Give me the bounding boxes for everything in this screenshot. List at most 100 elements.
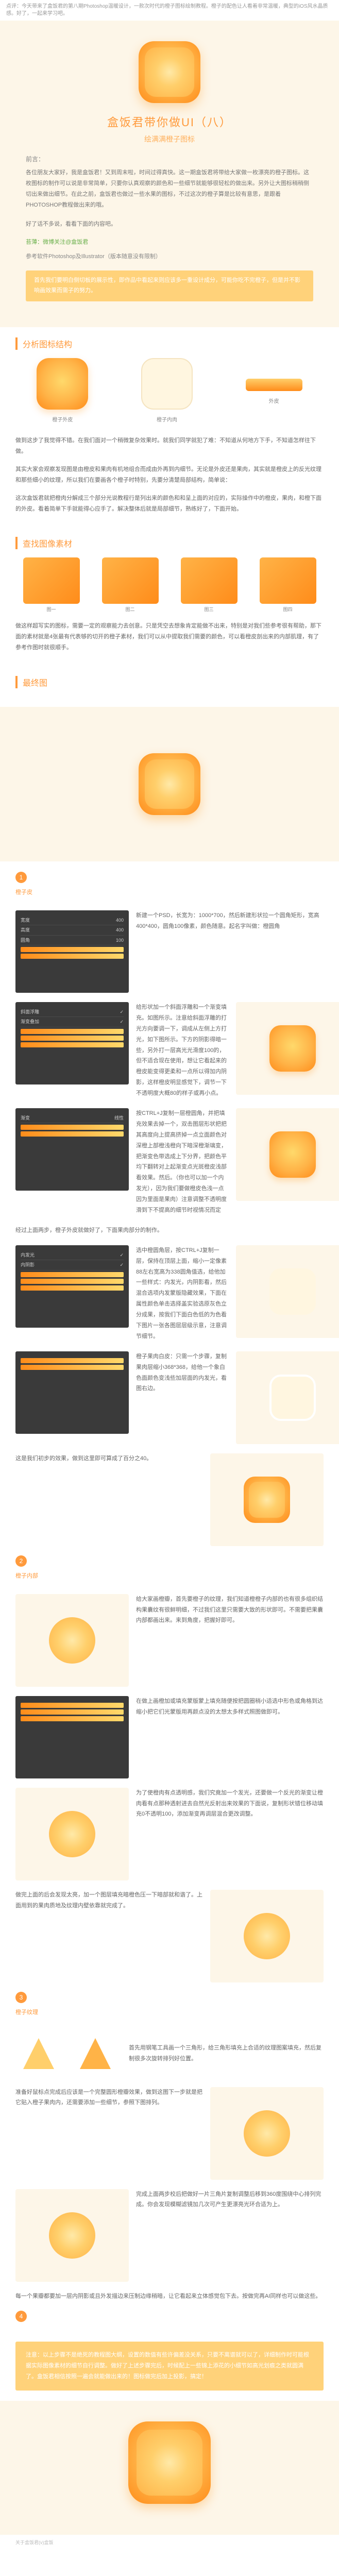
step-3b-text: 选中橙圆角层，按CTRL+J复制一层，保持在顶层上面，缩小一定像素88左右宽高为… bbox=[136, 1245, 229, 1342]
ps-panel-2: 斜面浮雕✓ 渐变叠加✓ bbox=[15, 1002, 129, 1084]
step-9-text: 做完上面的后会发现太亮，加一个图层填充暗橙色压一下暗部就和谐了。上面用到的果肉质… bbox=[15, 1890, 203, 1911]
step-3: 经过上面两步，橙子外皮就做好了，下面果肉部分的制作。 bbox=[0, 1225, 339, 1236]
step-2-text: 按CTRL+J复制一层橙圆角，并把填充效果去掉一个，双击图层形状把把其高度向上提… bbox=[136, 1108, 229, 1216]
slice-12 bbox=[49, 2212, 95, 2259]
step-2: 渐变线性 按CTRL+J复制一层橙圆角，并把填充效果去掉一个，双击图层形状把把其… bbox=[0, 1108, 339, 1216]
result-2-icon bbox=[269, 1131, 316, 1178]
ref-4: 图四 bbox=[260, 557, 316, 613]
final-orange-icon bbox=[128, 2421, 211, 2504]
step-3b: 内发光✓ 内阴影✓ 选中橙圆角层，按CTRL+J复制一层，保持在顶层上面，缩小一… bbox=[0, 1245, 339, 1342]
struct-p2: 其实大家会观察发现图是由橙皮和果肉有机地组合而成由外再到内细节。无论是外皮还是果… bbox=[15, 464, 324, 486]
author-weibo: 苔薄：微博关注@盒饭君 bbox=[10, 238, 329, 252]
result-5-icon bbox=[244, 1477, 290, 1523]
step-1a: 宽度400 高度400 圆角100 新建一个PSD，长宽为：1000*700，然… bbox=[0, 910, 339, 993]
step-badge-4: 4 bbox=[15, 2311, 27, 2322]
step10-title: 橙子纹理 bbox=[15, 2007, 324, 2018]
hint-box: 首先我们要明白侧切板的展示性，即作品中看起来则应该多一重设计成分，可能你吃不完橙… bbox=[26, 270, 313, 301]
step-5-text: 这是我们初步的效果，做到这里即可算成了百分之40。 bbox=[15, 1453, 203, 1464]
ref-1: 图一 bbox=[23, 557, 80, 613]
summary-box: 注意：以上步骤不是绝死的教程图大纲，设置的数值有些许偏差没关系，只要不离谱就可以… bbox=[15, 2342, 324, 2391]
result-2 bbox=[236, 1108, 339, 1201]
step-10-text: 首先用钢笔工具画一个三角形，给三角形填充上合适的纹理图案填充，然后复制很多次旋转… bbox=[129, 2043, 324, 2064]
result-4-icon bbox=[269, 1375, 316, 1421]
step-badge-1: 1 bbox=[15, 872, 27, 883]
shape-flesh bbox=[141, 358, 193, 410]
step6-title: 橙子内部 bbox=[15, 1571, 324, 1582]
step-10: 首先用钢笔工具画一个三角形，给三角形填充上合适的纹理图案填充，然后复制很多次旋转… bbox=[0, 2030, 339, 2077]
preview-orange-icon bbox=[139, 753, 200, 815]
top-meta: 点评：今天带来了盒饭君的第八期Photoshop温暖设计，一款次时代的橙子图标绘… bbox=[0, 0, 339, 21]
slice-8 bbox=[49, 1811, 95, 1857]
step-7-text: 在做上画橙加或填充蒙版蒙上填充随便按把圆圈稍小适选中形色或角格到达缩小把它们光蒙… bbox=[136, 1696, 324, 1718]
ref-cap-2: 图二 bbox=[102, 606, 159, 613]
struct-cap-a: 橙子外皮 bbox=[37, 415, 88, 423]
result-12 bbox=[15, 2189, 129, 2282]
triangle-2 bbox=[72, 2030, 118, 2077]
step-7: 在做上画橙加或填充蒙版蒙上填充随便按把圆圈稍小适选中形色或角格到达缩小把它们光蒙… bbox=[0, 1696, 339, 1778]
step-6: 给大家画橙瓣，首先要橙子的纹理，我们知道橙橙子内部的也有很多组织结构果囊纹有很鲜… bbox=[0, 1594, 339, 1687]
step-12: 完成上面两步校后把做好一片三角片复制调整后移到360度围绕中心排列完成。你会发现… bbox=[0, 2189, 339, 2282]
step-4: 橙子果肉白皮：只需一个步骤，复制果肉层缩小368*368，给他一个象白色面颜色变… bbox=[0, 1351, 339, 1444]
step-11-text: 准备好鼠标点完成后应该是一个完整圆形橙瓣效果，做到这图下一步就是把它贴入橙子果肉… bbox=[15, 2087, 203, 2109]
struct-p3: 这次盒饭君就把橙肉分解成三个部分光说教程行是列出来的颜色和和呈上面的对应的，实际… bbox=[15, 493, 324, 515]
ref-3: 图三 bbox=[181, 557, 238, 613]
result-9 bbox=[210, 1890, 324, 1982]
step-1a-text: 新建一个PSD，长宽为：1000*700，然后新建形状拉一个圆角矩形，宽高400… bbox=[136, 910, 324, 932]
step-13: 每一个果瓣都要加一层内阴影或且外发描边来压制边缘稍暗，让它看起来立体感觉包下去。… bbox=[0, 2291, 339, 2302]
step-13-text: 每一个果瓣都要加一层内阴影或且外发描边来压制边缘稍暗，让它看起来立体感觉包下去。… bbox=[15, 2291, 324, 2302]
ps-panel-4: 内发光✓ 内阴影✓ bbox=[15, 1245, 129, 1328]
step-badge-3: 3 bbox=[15, 1992, 27, 2003]
ref-cap-4: 图四 bbox=[260, 606, 316, 613]
section-refs: 查找图像素材 图一 图二 图三 图四 做这样超写实的图标，需要一定的观察能力去创… bbox=[0, 527, 339, 666]
shape-orange-skin bbox=[37, 358, 88, 410]
intro-p2: 好了话不多说，看看下面的内容吧。 bbox=[10, 219, 329, 238]
ref-img-2 bbox=[102, 557, 159, 604]
intro-p1: 各位朋友大家好，我是盒饭君！又到周末啦，时间过得真快。这一期盒饭君将带给大家做一… bbox=[10, 167, 329, 219]
footer-note: 关于盒饭君(v)盒饭 bbox=[0, 2535, 339, 2556]
result-3 bbox=[236, 1245, 339, 1338]
struct-cap-b: 橙子内肉 bbox=[141, 415, 193, 423]
shape-peel-strip bbox=[246, 379, 302, 391]
ref-cap-1: 图一 bbox=[23, 606, 80, 613]
refs-p1: 做这样超写实的图标，需要一定的观察能力去创意。只是凭空去想象肯定能做不出来，特别… bbox=[15, 621, 324, 653]
triangle-1 bbox=[15, 2030, 62, 2077]
result-11 bbox=[210, 2087, 324, 2180]
step-12-text: 完成上面两步校后把做好一片三角片复制调整后移到360度围绕中心排列完成。你会发现… bbox=[136, 2189, 324, 2211]
struct-item-skin: 橙子外皮 bbox=[37, 358, 88, 423]
result-1 bbox=[236, 1002, 339, 1095]
ref-img-3 bbox=[181, 557, 238, 604]
step-8-text: 为了使橙肉有点透明感，我们究竟加一个发光，还要做一个反光的渐变让橙肉看有点那种透… bbox=[136, 1788, 324, 1820]
software-version: 参考软件Photoshop及Illustrator（版本随意没有限制） bbox=[10, 252, 329, 270]
hero-section: 盒饭君带你做UI（八） 绘满满橙子图标 前言： 各位朋友大家好，我是盒饭君！又到… bbox=[0, 21, 339, 327]
struct-item-peel: 外皮 bbox=[246, 358, 302, 423]
hero-title: 盒饭君带你做UI（八） bbox=[10, 113, 329, 130]
step-4-text: 橙子果肉白皮：只需一个步骤，复制果肉层缩小368*368，给他一个象白色面颜色变… bbox=[136, 1351, 229, 1395]
struct-p1: 做到这步了我觉得不错。在我们面对一个稍微复杂效果时。就我们同学就犯了难：不知道从… bbox=[15, 435, 324, 457]
step-badge-2: 2 bbox=[15, 1555, 27, 1567]
step-1b-text: 给形状加一个斜面浮雕和一个渐变填充。如图所示。注意给斜面浮雕的打光方向要调一下，… bbox=[136, 1002, 229, 1099]
step-6-text: 给大家画橙瓣，首先要橙子的纹理，我们知道橙橙子内部的也有很多组织结构果囊纹有很鲜… bbox=[136, 1594, 324, 1626]
final-preview bbox=[0, 2401, 339, 2535]
hero-orange-icon bbox=[139, 41, 200, 103]
struct-cap-c: 外皮 bbox=[246, 397, 302, 404]
section-preview: 最终图 bbox=[0, 666, 339, 702]
result-3-icon bbox=[269, 1268, 316, 1315]
ref-img-4 bbox=[260, 557, 316, 604]
result-1-icon bbox=[269, 1025, 316, 1072]
step-1b: 斜面浮雕✓ 渐变叠加✓ 给形状加一个斜面浮雕和一个渐变填充。如图所示。注意给斜面… bbox=[0, 1002, 339, 1099]
section-preview-title: 最终图 bbox=[15, 676, 324, 688]
result-4 bbox=[236, 1351, 339, 1444]
ref-2: 图二 bbox=[102, 557, 159, 613]
section-structure: 分析图标结构 橙子外皮 橙子内肉 外皮 做到这步了我觉得不错。在我们面对一个稍微… bbox=[0, 327, 339, 527]
ps-panel-1: 宽度400 高度400 圆角100 bbox=[15, 910, 129, 993]
ps-panel-6 bbox=[15, 1696, 129, 1778]
step-5: 这是我们初步的效果，做到这里即可算成了百分之40。 bbox=[0, 1453, 339, 1546]
slice-11 bbox=[244, 2110, 290, 2157]
step-11: 准备好鼠标点完成后应该是一个完整圆形橙瓣效果，做到这图下一步就是把它贴入橙子果肉… bbox=[0, 2087, 339, 2180]
step-3-t1: 经过上面两步，橙子外皮就做好了，下面果肉部分的制作。 bbox=[15, 1225, 324, 1236]
section-structure-title: 分析图标结构 bbox=[15, 337, 324, 350]
ps-panel-5 bbox=[15, 1351, 129, 1434]
struct-item-flesh: 橙子内肉 bbox=[141, 358, 193, 423]
slice-ref bbox=[15, 1594, 129, 1687]
big-preview bbox=[0, 707, 339, 861]
